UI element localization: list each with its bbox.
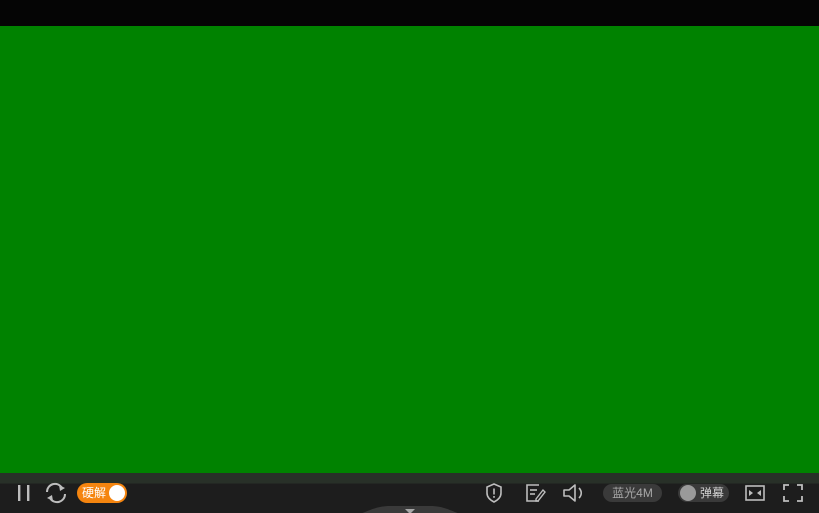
volume-button[interactable] [561,482,587,504]
quality-selector[interactable]: 蓝光4M [603,484,662,502]
caret-down-icon [362,506,458,513]
widescreen-button[interactable] [744,483,766,503]
top-bar [0,0,819,26]
refresh-button[interactable] [43,482,69,504]
shield-button[interactable] [483,482,505,504]
widescreen-icon [745,485,765,501]
hardware-decode-label: 硬解 [82,486,107,500]
collapse-controls-tab[interactable] [345,503,475,513]
notes-button[interactable] [523,482,547,504]
pause-button[interactable] [12,483,36,503]
video-player: 硬解 蓝光4M 弹幕 [0,0,819,513]
video-surface[interactable] [0,26,819,473]
toggle-knob [680,485,696,501]
danmaku-label: 弹幕 [700,486,725,500]
notes-edit-icon [526,484,546,502]
toggle-knob [109,485,125,501]
fullscreen-button[interactable] [782,483,804,503]
shield-alert-icon [486,483,502,503]
danmaku-toggle[interactable]: 弹幕 [678,484,729,502]
hardware-decode-toggle[interactable]: 硬解 [77,483,127,503]
fullscreen-icon [783,484,803,502]
refresh-icon [45,482,67,504]
pause-icon [18,485,30,501]
volume-icon [563,484,583,502]
